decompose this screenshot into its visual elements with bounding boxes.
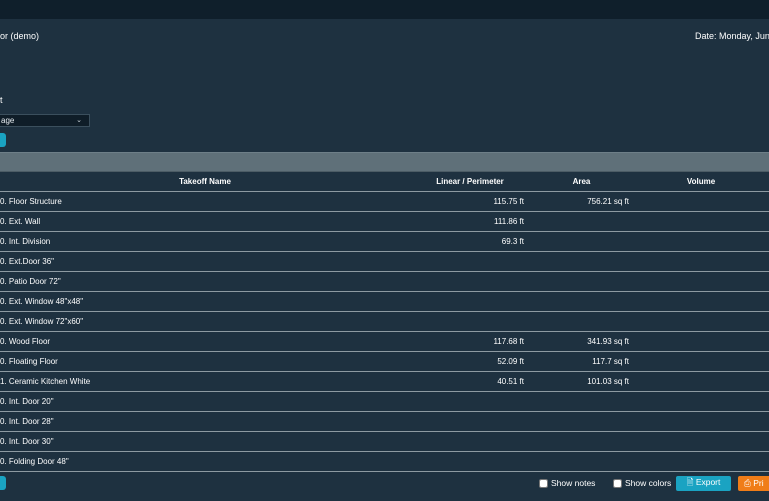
volume-cell [633, 231, 769, 252]
takeoff-name-cell: 0. Ext.Door 36" [0, 251, 410, 272]
takeoff-name-cell: 0. Int. Door 30" [0, 431, 410, 452]
printer-icon: ⎙ [744, 478, 751, 488]
volume-cell [633, 391, 769, 412]
show-colors-label: Show colors [625, 478, 672, 488]
volume-cell [633, 211, 769, 232]
takeoff-name-cell: 0. Ext. Window 48"x48" [0, 291, 410, 312]
show-notes-toggle[interactable]: Show notes [539, 478, 595, 488]
takeoff-name-cell: 0. Int. Division [0, 231, 410, 252]
back-button[interactable] [0, 476, 6, 490]
volume-cell [633, 271, 769, 292]
area-cell [530, 271, 633, 292]
table-row[interactable]: 0. Patio Door 72" [0, 271, 769, 292]
area-cell [530, 231, 633, 252]
table-header-row: Takeoff Name Linear / Perimeter Area Vol… [0, 172, 769, 192]
linear-cell [410, 311, 530, 332]
top-navigation-bar [0, 0, 769, 19]
takeoff-name-cell: 0. Int. Door 28" [0, 411, 410, 432]
area-cell: 101.03 sq ft [530, 371, 633, 392]
takeoff-table: Takeoff Name Linear / Perimeter Area Vol… [0, 172, 769, 472]
linear-cell: 40.51 ft [410, 371, 530, 392]
volume-cell [633, 411, 769, 432]
volume-cell [633, 371, 769, 392]
column-header-linear[interactable]: Linear / Perimeter [410, 172, 530, 192]
table-row[interactable]: 0. Wood Floor 117.68 ft 341.93 sq ft [0, 331, 769, 352]
print-label: Pri [753, 478, 764, 488]
volume-cell [633, 431, 769, 452]
table-row[interactable]: 0. Ext.Door 36" [0, 251, 769, 272]
volume-cell [633, 291, 769, 312]
show-notes-label: Show notes [551, 478, 596, 488]
table-row[interactable]: 0. Ext. Window 72"x60" [0, 311, 769, 332]
volume-cell [633, 251, 769, 272]
area-cell [530, 211, 633, 232]
takeoff-name-cell: 0. Ext. Wall [0, 211, 410, 232]
filter-bar [0, 152, 769, 172]
linear-cell: 115.75 ft [410, 191, 530, 212]
area-cell [530, 411, 633, 432]
table-row[interactable]: 0. Floor Structure 115.75 ft 756.21 sq ft [0, 191, 769, 212]
volume-cell [633, 191, 769, 212]
table-row[interactable]: 0. Floating Floor 52.09 ft 117.7 sq ft [0, 351, 769, 372]
chevron-down-icon: ⌄ [76, 117, 82, 124]
table-row[interactable]: 0. Folding Door 48" [0, 451, 769, 472]
table-row[interactable]: 0. Int. Door 28" [0, 411, 769, 432]
takeoff-name-cell: 0. Int. Door 20" [0, 391, 410, 412]
grouping-select[interactable]: age ⌄ [0, 114, 90, 127]
takeoff-name-cell: 0. Ext. Window 72"x60" [0, 311, 410, 332]
area-cell [530, 451, 633, 472]
linear-cell [410, 291, 530, 312]
linear-cell [410, 271, 530, 292]
linear-cell [410, 451, 530, 472]
apply-button[interactable] [0, 133, 6, 147]
grouping-select-value: age [1, 116, 15, 125]
export-label: Export [695, 476, 721, 487]
takeoff-name-cell: 0. Folding Door 48" [0, 451, 410, 472]
linear-cell: 117.68 ft [410, 331, 530, 352]
table-row[interactable]: 0. Ext. Window 48"x48" [0, 291, 769, 312]
table-row[interactable]: 0. Ext. Wall 111.86 ft [0, 211, 769, 232]
section-label: t [0, 95, 3, 105]
takeoff-name-cell: 0. Patio Door 72" [0, 271, 410, 292]
takeoff-name-cell: 1. Ceramic Kitchen White [0, 371, 410, 392]
area-cell [530, 431, 633, 452]
area-cell: 341.93 sq ft [530, 331, 633, 352]
column-header-volume[interactable]: Volume [633, 172, 769, 192]
column-header-takeoff-name[interactable]: Takeoff Name [0, 172, 410, 192]
table-row[interactable]: 0. Int. Door 20" [0, 391, 769, 412]
takeoff-name-cell: 0. Floating Floor [0, 351, 410, 372]
volume-cell [633, 451, 769, 472]
linear-cell [410, 251, 530, 272]
takeoff-name-cell: 0. Wood Floor [0, 331, 410, 352]
linear-cell [410, 411, 530, 432]
area-cell [530, 311, 633, 332]
linear-cell [410, 431, 530, 452]
volume-cell [633, 351, 769, 372]
volume-cell [633, 331, 769, 352]
report-date: Date: Monday, June [695, 31, 769, 41]
takeoff-name-cell: 0. Floor Structure [0, 191, 410, 212]
area-cell: 756.21 sq ft [530, 191, 633, 212]
print-button[interactable]: ⎙ Pri [738, 476, 769, 491]
area-cell [530, 251, 633, 272]
linear-cell [410, 391, 530, 412]
linear-cell: 69.3 ft [410, 231, 530, 252]
file-export-icon: 🗎 [686, 476, 694, 487]
area-cell [530, 391, 633, 412]
show-colors-toggle[interactable]: Show colors [613, 478, 671, 488]
linear-cell: 111.86 ft [410, 211, 530, 232]
table-row[interactable]: 0. Int. Division 69.3 ft [0, 231, 769, 252]
show-colors-checkbox[interactable] [613, 478, 622, 488]
page-title: or (demo) [0, 31, 40, 41]
column-header-area[interactable]: Area [530, 172, 633, 192]
linear-cell: 52.09 ft [410, 351, 530, 372]
table-row[interactable]: 0. Int. Door 30" [0, 431, 769, 452]
area-cell: 117.7 sq ft [530, 351, 633, 372]
export-button[interactable]: 🗎 Export [676, 476, 731, 491]
show-notes-checkbox[interactable] [539, 478, 548, 488]
area-cell [530, 291, 633, 312]
table-row[interactable]: 1. Ceramic Kitchen White 40.51 ft 101.03 s… [0, 371, 769, 392]
volume-cell [633, 311, 769, 332]
